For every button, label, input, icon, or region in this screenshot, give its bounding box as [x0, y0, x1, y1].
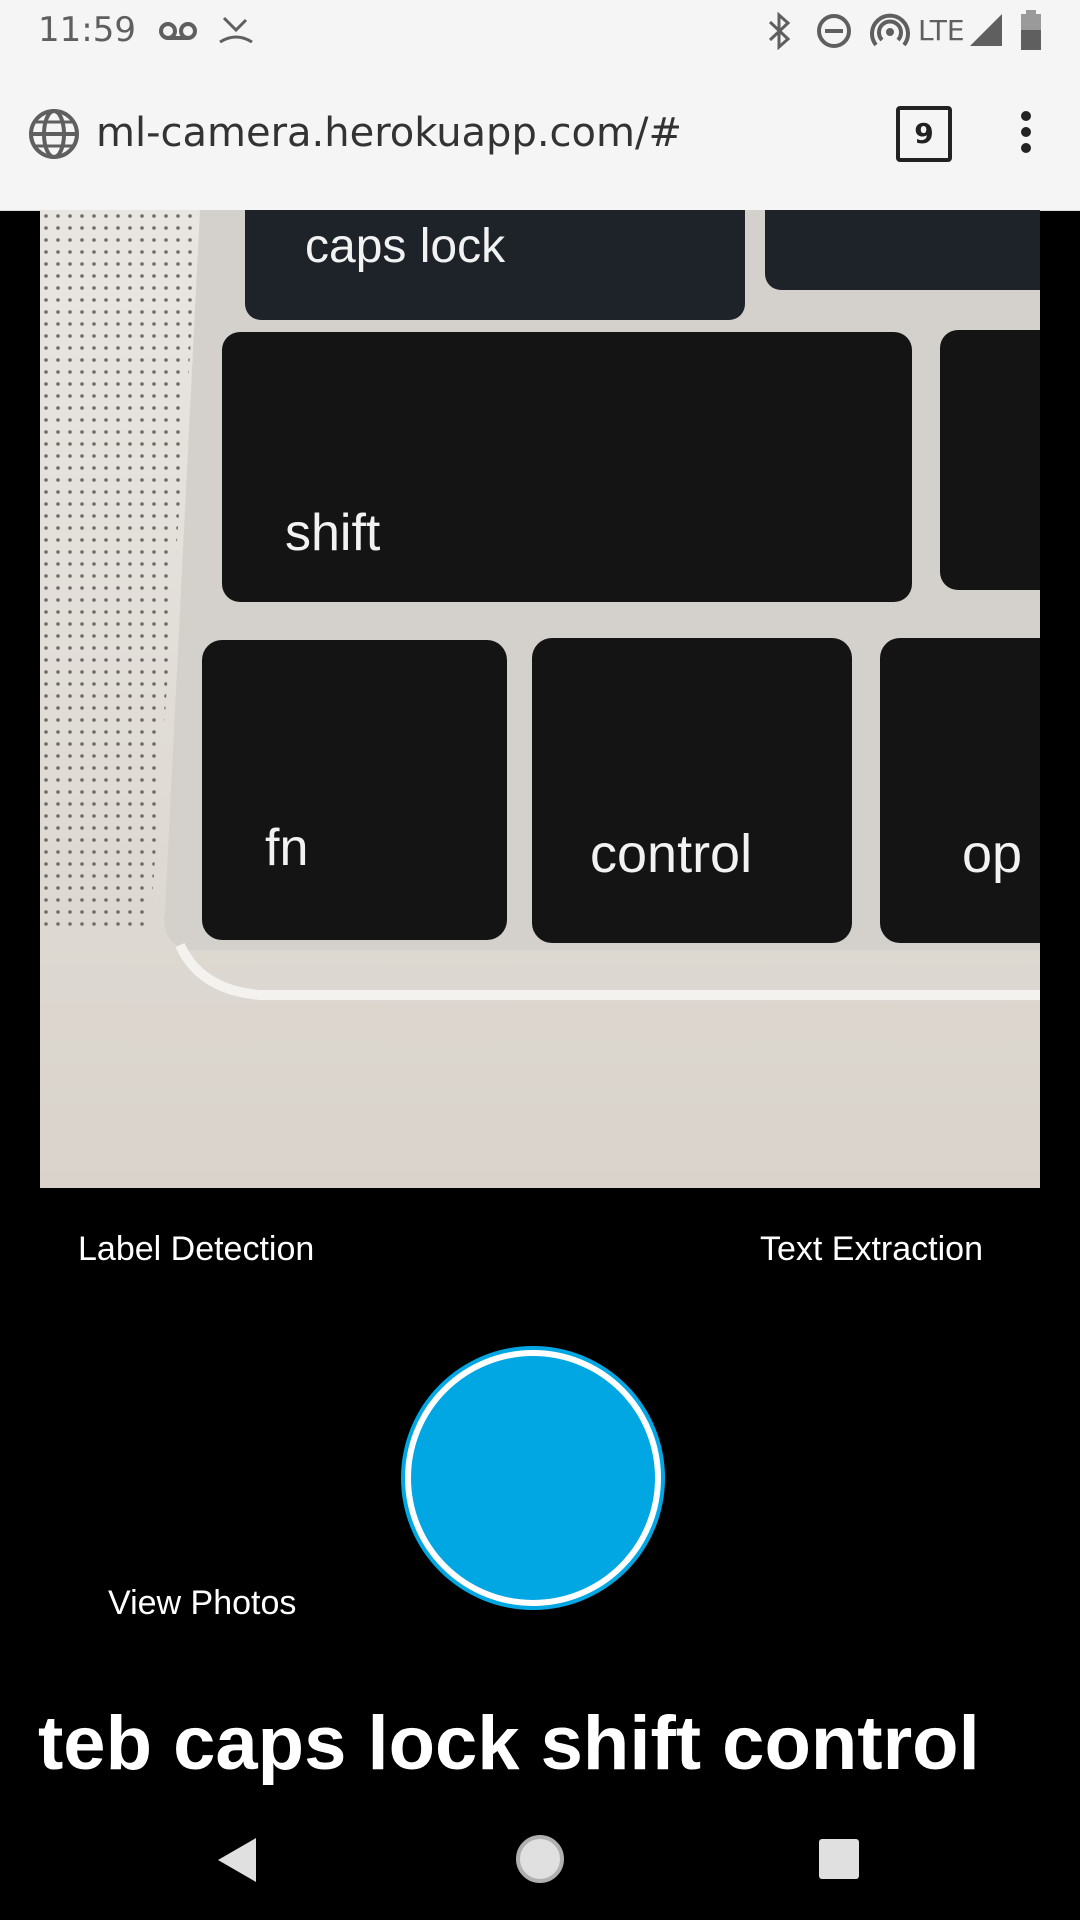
- camera-preview: caps lock shift fn control op: [40, 210, 1040, 1188]
- key-label-shift: shift: [285, 504, 381, 562]
- system-nav-bar: [0, 1800, 1080, 1920]
- status-bar: 11:59 LTE: [0, 0, 1080, 62]
- key-control: [532, 638, 852, 943]
- extracted-text-result: teb caps lock shift control: [38, 1701, 980, 1786]
- url-field[interactable]: ml-camera.herokuapp.com/#: [96, 110, 682, 156]
- back-icon[interactable]: [216, 1836, 260, 1884]
- key-label-caps-lock: caps lock: [305, 220, 506, 273]
- hotspot-icon: [870, 13, 910, 47]
- key-label-control: control: [590, 824, 752, 884]
- bluetooth-icon: [768, 12, 791, 50]
- more-vert-icon[interactable]: [1010, 108, 1042, 156]
- shutter-button[interactable]: [405, 1350, 661, 1606]
- key-fn: [202, 640, 507, 940]
- key-label-fn: fn: [265, 819, 308, 877]
- recents-icon[interactable]: [818, 1838, 860, 1880]
- view-photos-link[interactable]: View Photos: [108, 1584, 296, 1623]
- mode-label-detection[interactable]: Label Detection: [78, 1230, 314, 1269]
- globe-icon: [29, 109, 79, 159]
- signal-icon: [970, 14, 1002, 46]
- key-top-right: [765, 210, 1040, 290]
- status-time: 11:59: [38, 10, 136, 50]
- network-type: LTE: [918, 14, 965, 47]
- key-label-option: op: [962, 824, 1022, 884]
- missed-call-icon: [219, 16, 253, 44]
- key-option: [880, 638, 1040, 943]
- battery-icon: [1021, 10, 1041, 50]
- keyboard-photo: caps lock shift fn control op: [40, 210, 1040, 1188]
- camera-app-page: 11:59 LTE ml-camera.herokuapp.com/# 9 ca…: [0, 0, 1080, 1920]
- browser-url-bar: ml-camera.herokuapp.com/# 9: [0, 62, 1080, 211]
- home-icon[interactable]: [514, 1833, 566, 1885]
- key-right-edge: [940, 330, 1040, 590]
- tab-switcher-button[interactable]: 9: [896, 106, 952, 162]
- mode-text-extraction[interactable]: Text Extraction: [760, 1230, 983, 1269]
- voicemail-icon: [159, 22, 197, 40]
- do-not-disturb-icon: [817, 14, 851, 48]
